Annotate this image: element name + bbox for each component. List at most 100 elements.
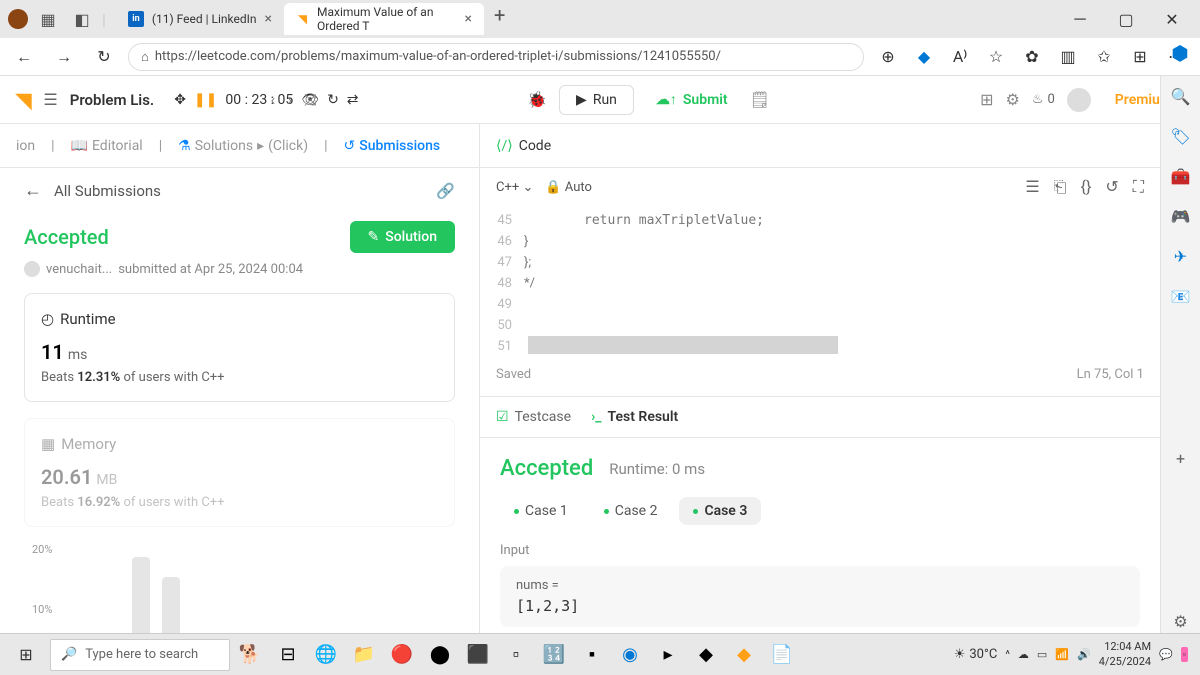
streak-counter[interactable]: ♨ 0: [1032, 92, 1055, 107]
url-input[interactable]: ⌂ https://leetcode.com/problems/maximum-…: [128, 43, 864, 71]
taskbar-search[interactable]: 🔎 Type here to search: [50, 639, 230, 671]
case-3-button[interactable]: Case 3: [679, 497, 761, 525]
send-icon[interactable]: ✈: [1169, 244, 1193, 268]
move-icon[interactable]: ✥: [174, 92, 186, 108]
app-icon-5[interactable]: ◆: [688, 637, 724, 673]
layout-icon[interactable]: ⊞: [980, 90, 993, 109]
tab-solutions[interactable]: ⚗Solutions ▸ (Click): [178, 138, 308, 154]
code-editor[interactable]: 45return maxTripletValue; 46 } 47}; 48*/…: [480, 206, 1160, 361]
user-avatar[interactable]: [1067, 88, 1091, 112]
split-icon[interactable]: ▥: [1052, 41, 1084, 73]
close-window-button[interactable]: ✕: [1152, 5, 1192, 33]
note-icon[interactable]: 🗒: [750, 90, 770, 109]
zoom-icon[interactable]: ⊕: [872, 41, 904, 73]
debug-icon[interactable]: 🐞: [527, 90, 547, 109]
chevron-left-icon[interactable]: ‹: [271, 90, 276, 109]
shopping-icon[interactable]: ◆: [908, 41, 940, 73]
new-tab-button[interactable]: +: [484, 3, 515, 35]
language-selector[interactable]: C++ ⌄: [496, 180, 533, 195]
outlook-icon[interactable]: 📧: [1169, 284, 1193, 308]
notifications-icon[interactable]: 💬: [1159, 648, 1173, 661]
favorite-icon[interactable]: ☆: [980, 41, 1012, 73]
task-view-icon[interactable]: ⊟: [270, 637, 306, 673]
solution-button[interactable]: ✎ Solution: [350, 221, 455, 253]
bookmark-icon[interactable]: ⎗: [1054, 177, 1067, 197]
workspaces-icon[interactable]: ▦: [34, 5, 62, 33]
toolbox-icon[interactable]: 🧰: [1169, 164, 1193, 188]
test-result-tab[interactable]: ›_Test Result: [591, 409, 678, 437]
tray-app-icon[interactable]: ▫: [1181, 647, 1188, 662]
chevron-right-icon[interactable]: ›: [287, 90, 292, 109]
app-icon-6[interactable]: ◆: [726, 637, 762, 673]
terminal-icon[interactable]: ▪: [574, 637, 610, 673]
leetcode-logo-icon[interactable]: ◥: [16, 88, 31, 112]
app-icon[interactable]: ⬤: [422, 637, 458, 673]
pause-icon[interactable]: ❚❚: [194, 92, 217, 108]
submit-button[interactable]: ☁↑ Submit: [646, 85, 738, 114]
run-button[interactable]: ▶ Run: [559, 85, 634, 115]
auto-indicator[interactable]: 🔒 Auto: [545, 180, 592, 195]
reset-icon[interactable]: ↻: [327, 92, 339, 108]
calculator-icon[interactable]: 🔢: [536, 637, 572, 673]
chrome-icon[interactable]: 🔴: [384, 637, 420, 673]
gear-icon[interactable]: ⚙: [1005, 90, 1019, 109]
case-1-button[interactable]: Case 1: [500, 497, 582, 525]
settings-toggle-icon[interactable]: ⇄: [347, 92, 359, 108]
close-icon[interactable]: ×: [465, 11, 472, 27]
app-icon-7[interactable]: 📄: [764, 637, 800, 673]
explorer-icon[interactable]: 📁: [346, 637, 382, 673]
reset-code-icon[interactable]: ↺: [1105, 177, 1118, 197]
gear-icon[interactable]: ⚙: [1169, 609, 1193, 633]
favorites-icon[interactable]: ✩: [1088, 41, 1120, 73]
tab-leetcode[interactable]: ◥ Maximum Value of an Ordered T ×: [284, 3, 484, 35]
runtime-card[interactable]: ◴Runtime 11ms Beats 12.31% of users with…: [24, 293, 455, 402]
weather-widget[interactable]: ☀ 30°C: [954, 647, 998, 662]
shopping-tag-icon[interactable]: 🏷: [1169, 124, 1193, 148]
collections-icon[interactable]: ⊞: [1124, 41, 1156, 73]
problem-list-button[interactable]: Problem Lis.: [70, 91, 154, 109]
maximize-button[interactable]: ▢: [1106, 5, 1146, 33]
edge-icon[interactable]: 🌐: [308, 637, 344, 673]
username[interactable]: venuchait...: [46, 262, 112, 277]
sidebar-toggle-icon[interactable]: ◧: [68, 5, 96, 33]
app-icon-3[interactable]: ◉: [612, 637, 648, 673]
start-button[interactable]: ⊞: [4, 636, 48, 674]
case-2-button[interactable]: Case 2: [590, 497, 672, 525]
fullscreen-icon[interactable]: ⛶: [1133, 177, 1144, 197]
link-icon[interactable]: 🔗: [436, 182, 455, 200]
volume-icon[interactable]: 🔊: [1077, 648, 1091, 661]
app-icon-2[interactable]: ▫: [498, 637, 534, 673]
forward-button[interactable]: →: [48, 41, 80, 73]
extensions-icon[interactable]: ✿: [1016, 41, 1048, 73]
tab-linkedin[interactable]: in (11) Feed | LinkedIn ×: [116, 3, 284, 35]
games-icon[interactable]: 🎮: [1169, 204, 1193, 228]
shuffle-icon[interactable]: ⤨: [304, 90, 317, 110]
profile-avatar[interactable]: [8, 9, 28, 29]
tab-description[interactable]: ion: [16, 138, 35, 154]
dog-widget-icon[interactable]: 🐕: [232, 637, 268, 673]
code-tab[interactable]: ⟨/⟩ Code: [496, 138, 551, 154]
format-icon[interactable]: ☰: [1025, 177, 1039, 197]
close-icon[interactable]: ×: [265, 11, 272, 27]
plus-icon[interactable]: +: [1169, 447, 1193, 471]
braces-icon[interactable]: {}: [1081, 177, 1092, 197]
battery-icon[interactable]: ▭: [1037, 648, 1047, 661]
memory-card[interactable]: ▦Memory 20.61MB Beats 16.92% of users wi…: [24, 418, 455, 527]
chevron-up-icon[interactable]: ^: [1005, 648, 1010, 661]
clock[interactable]: 12:04 AM 4/25/2024: [1099, 640, 1151, 669]
tab-submissions[interactable]: ↺Submissions: [344, 138, 441, 154]
vscode-icon[interactable]: ⬛: [460, 637, 496, 673]
copilot-icon[interactable]: ⬢: [1160, 30, 1200, 76]
app-icon-4[interactable]: ▸: [650, 637, 686, 673]
list-icon[interactable]: ☰: [43, 90, 57, 109]
search-icon[interactable]: 🔍: [1169, 84, 1193, 108]
onedrive-icon[interactable]: ☁: [1018, 648, 1029, 661]
testcase-tab[interactable]: ☑Testcase: [496, 409, 571, 437]
reload-button[interactable]: ↻: [88, 41, 120, 73]
minimize-button[interactable]: ─: [1060, 5, 1100, 33]
back-arrow-icon[interactable]: ←: [24, 180, 42, 201]
tab-editorial[interactable]: 📖Editorial: [71, 138, 143, 154]
read-aloud-icon[interactable]: A⁾: [944, 41, 976, 73]
wifi-icon[interactable]: 📶: [1055, 648, 1069, 661]
back-button[interactable]: ←: [8, 41, 40, 73]
